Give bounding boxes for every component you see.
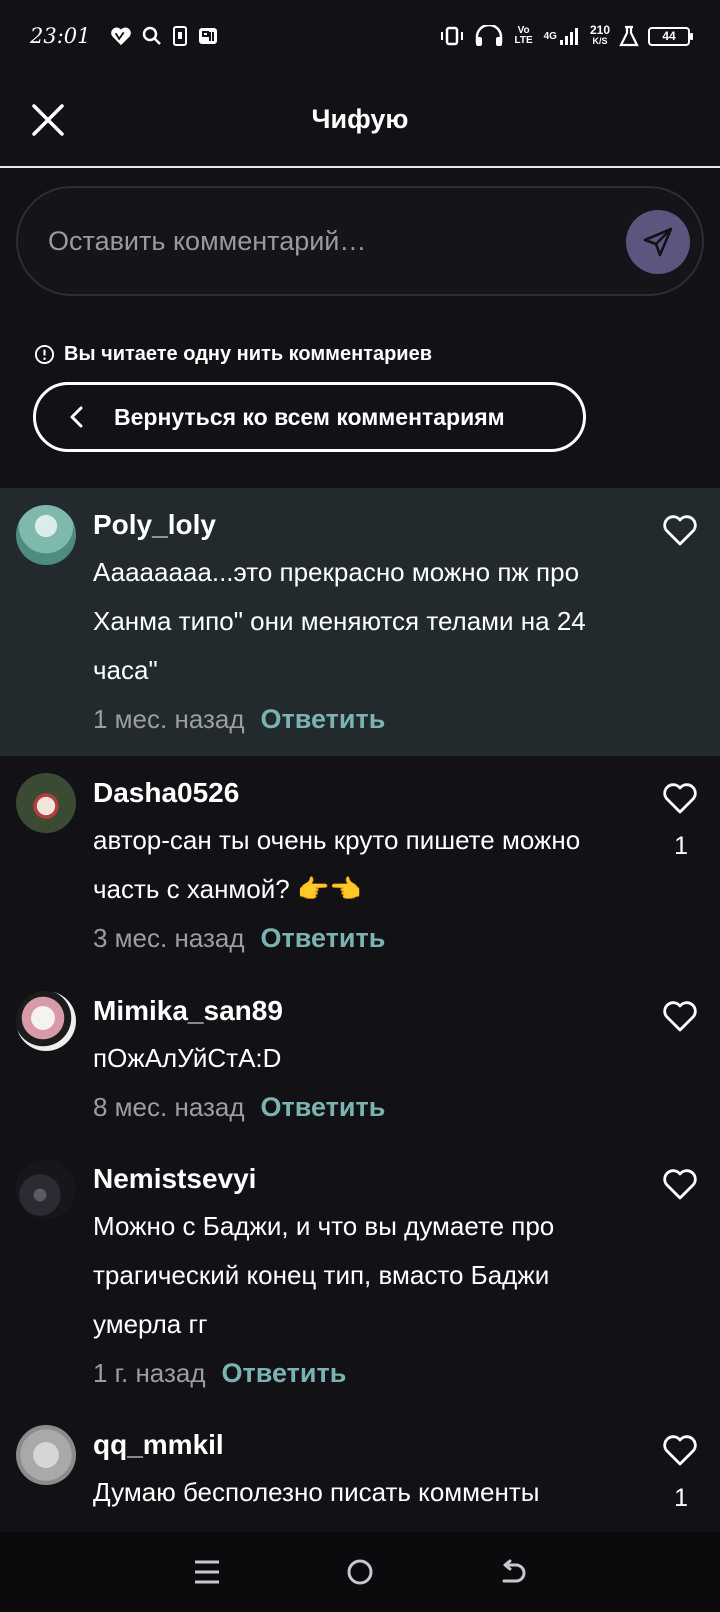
comment-text: автор-сан ты очень круто пишете можно ча… [93, 825, 588, 904]
home-nav-button[interactable] [338, 1550, 382, 1594]
info-icon [34, 344, 55, 365]
avatar[interactable] [16, 505, 76, 565]
avatar[interactable] [16, 1425, 76, 1485]
comment-username[interactable]: Poly_loly [93, 508, 720, 542]
headphones-icon [474, 25, 504, 47]
signal-icon: 4G [544, 26, 581, 46]
comment-time: 1 г. назад [93, 1358, 206, 1388]
status-bar: 23:01 Vo LTE 4G 210 K/S 44 [0, 0, 720, 72]
flask-icon [619, 25, 639, 47]
like-heart-icon[interactable] [662, 781, 698, 815]
comment-list: Poly_loly Аааааааа...это прекрасно можно… [0, 488, 720, 1558]
reply-button[interactable]: Ответить [222, 1349, 347, 1397]
comment-meta: 1 мес. назад Ответить [93, 695, 720, 743]
menu-nav-button[interactable] [185, 1550, 229, 1594]
search-notification-icon [142, 26, 162, 46]
comment-username[interactable]: Nemistsevyi [93, 1162, 720, 1196]
comment-username[interactable]: Mimika_san89 [93, 994, 720, 1028]
comment-item: Mimika_san89 пОжАлУйСтА:D 8 мес. назад О… [0, 974, 720, 1142]
reply-button[interactable]: Ответить [261, 914, 386, 962]
back-nav-button[interactable] [491, 1550, 535, 1594]
like-heart-icon[interactable] [662, 999, 698, 1033]
like-heart-icon[interactable] [662, 1167, 698, 1201]
home-circle-icon [347, 1559, 373, 1585]
sim-notification-icon [172, 26, 188, 46]
back-to-all-comments-button[interactable]: Вернуться ко всем комментариям [33, 382, 586, 452]
heart-notification-icon [110, 26, 132, 46]
chevron-left-icon [70, 406, 83, 428]
app-notification-icon [198, 26, 218, 46]
comment-text: Думаю бесполезно писать комменты [93, 1477, 540, 1507]
like-count: 1 [674, 832, 688, 860]
thread-notice-text: Вы читаете одну нить комментариев [64, 343, 433, 365]
vibrate-icon [439, 26, 465, 46]
back-arrow-icon [502, 1559, 526, 1583]
volte-icon: Vo LTE [514, 25, 533, 46]
network-type-label: 4G [543, 30, 557, 42]
avatar[interactable] [16, 991, 76, 1051]
comment-meta: 3 мес. назад Ответить [93, 914, 720, 962]
reply-button[interactable]: Ответить [261, 1083, 386, 1131]
menu-icon [194, 1560, 219, 1584]
avatar[interactable] [16, 773, 76, 833]
comment-item: Nemistsevyi Можно с Баджи, и что вы дума… [0, 1142, 720, 1408]
like-heart-icon[interactable] [662, 1433, 698, 1467]
battery-icon: 44 [648, 26, 693, 46]
comment-time: 3 мес. назад [93, 923, 245, 953]
network-speed: 210 K/S [589, 23, 610, 47]
comment-time: 8 мес. назад [93, 1092, 245, 1122]
like-heart-icon[interactable] [662, 513, 698, 547]
send-button[interactable] [626, 210, 690, 274]
status-notification-icons [110, 26, 218, 46]
comment-item: Dasha0526 автор-сан ты очень круто пишет… [0, 756, 720, 974]
comment-time: 1 мес. назад [93, 704, 245, 734]
back-button-label: Вернуться ко всем комментариям [114, 404, 505, 430]
network-speed-value: 210 [589, 23, 610, 37]
like-count: 1 [674, 1484, 688, 1512]
send-icon [643, 227, 673, 257]
system-nav-bar [0, 1532, 720, 1612]
status-system-icons: Vo LTE 4G 210 K/S 44 [439, 23, 693, 47]
comment-meta: 1 г. назад Ответить [93, 1349, 720, 1397]
reply-button[interactable]: Ответить [261, 695, 386, 743]
comment-text: пОжАлУйСтА:D [93, 1043, 282, 1073]
status-time: 23:01 [30, 24, 91, 48]
page-title: Чифую [311, 104, 409, 134]
comment-text: Аааааааа...это прекрасно можно пж про Ха… [93, 557, 594, 685]
comment-username[interactable]: Dasha0526 [93, 776, 720, 810]
thread-notice: Вы читаете одну нить комментариев [34, 343, 432, 366]
network-speed-unit: K/S [592, 36, 608, 46]
avatar[interactable] [16, 1159, 76, 1219]
comment-item: Poly_loly Аааааааа...это прекрасно можно… [0, 488, 720, 756]
comment-input-container [16, 186, 704, 296]
comment-meta: 8 мес. назад Ответить [93, 1083, 720, 1131]
app-header: Чифую [0, 72, 720, 168]
comment-input[interactable] [48, 188, 608, 294]
comment-text: Можно с Баджи, и что вы думаете про траг… [93, 1211, 562, 1339]
comment-username[interactable]: qq_mmkil [93, 1428, 720, 1462]
